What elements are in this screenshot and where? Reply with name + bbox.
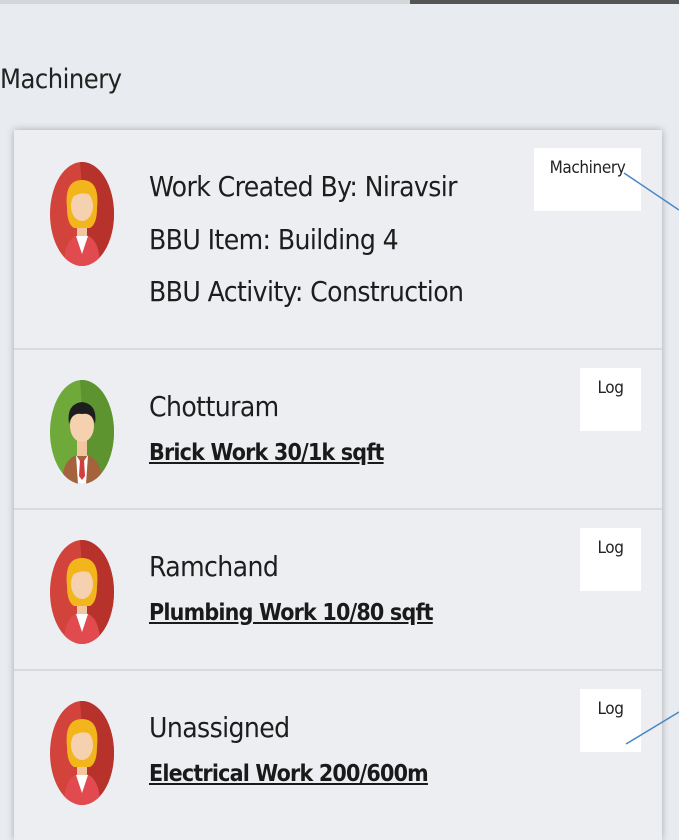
assignee-name: Unassigned	[149, 711, 290, 744]
work-card: Work Created By: Niravsir BBU Item: Buil…	[14, 130, 662, 840]
assignee-name: Chotturam	[149, 390, 279, 423]
work-item-link[interactable]: Electrical Work 200/600m	[149, 761, 429, 787]
assignee-name: Ramchand	[149, 550, 279, 583]
log-button[interactable]: Log	[580, 528, 641, 591]
work-item-link[interactable]: Brick Work 30/1k sqft	[149, 440, 384, 466]
work-summary-row: Work Created By: Niravsir BBU Item: Buil…	[14, 130, 662, 350]
work-created-by: Work Created By: Niravsir	[149, 170, 457, 203]
log-button[interactable]: Log	[580, 689, 641, 752]
work-item-link[interactable]: Plumbing Work 10/80 sqft	[149, 600, 434, 626]
active-tab-indicator	[410, 0, 679, 4]
task-row-unassigned: Unassigned Electrical Work 200/600m Log	[14, 671, 662, 840]
machinery-tag-button[interactable]: Machinery	[534, 148, 641, 211]
female-user-icon	[50, 701, 114, 805]
male-user-icon	[50, 380, 114, 484]
log-button[interactable]: Log	[580, 368, 641, 431]
task-row-ramchand: Ramchand Plumbing Work 10/80 sqft Log	[14, 510, 662, 671]
bbu-activity: BBU Activity: Construction	[149, 275, 464, 308]
section-title: Machinery	[0, 64, 122, 95]
bbu-item: BBU Item: Building 4	[149, 223, 399, 256]
female-user-icon	[50, 162, 114, 266]
female-user-icon	[50, 540, 114, 644]
task-row-chotturam: Chotturam Brick Work 30/1k sqft Log	[14, 350, 662, 510]
top-tab-strip	[0, 0, 679, 4]
